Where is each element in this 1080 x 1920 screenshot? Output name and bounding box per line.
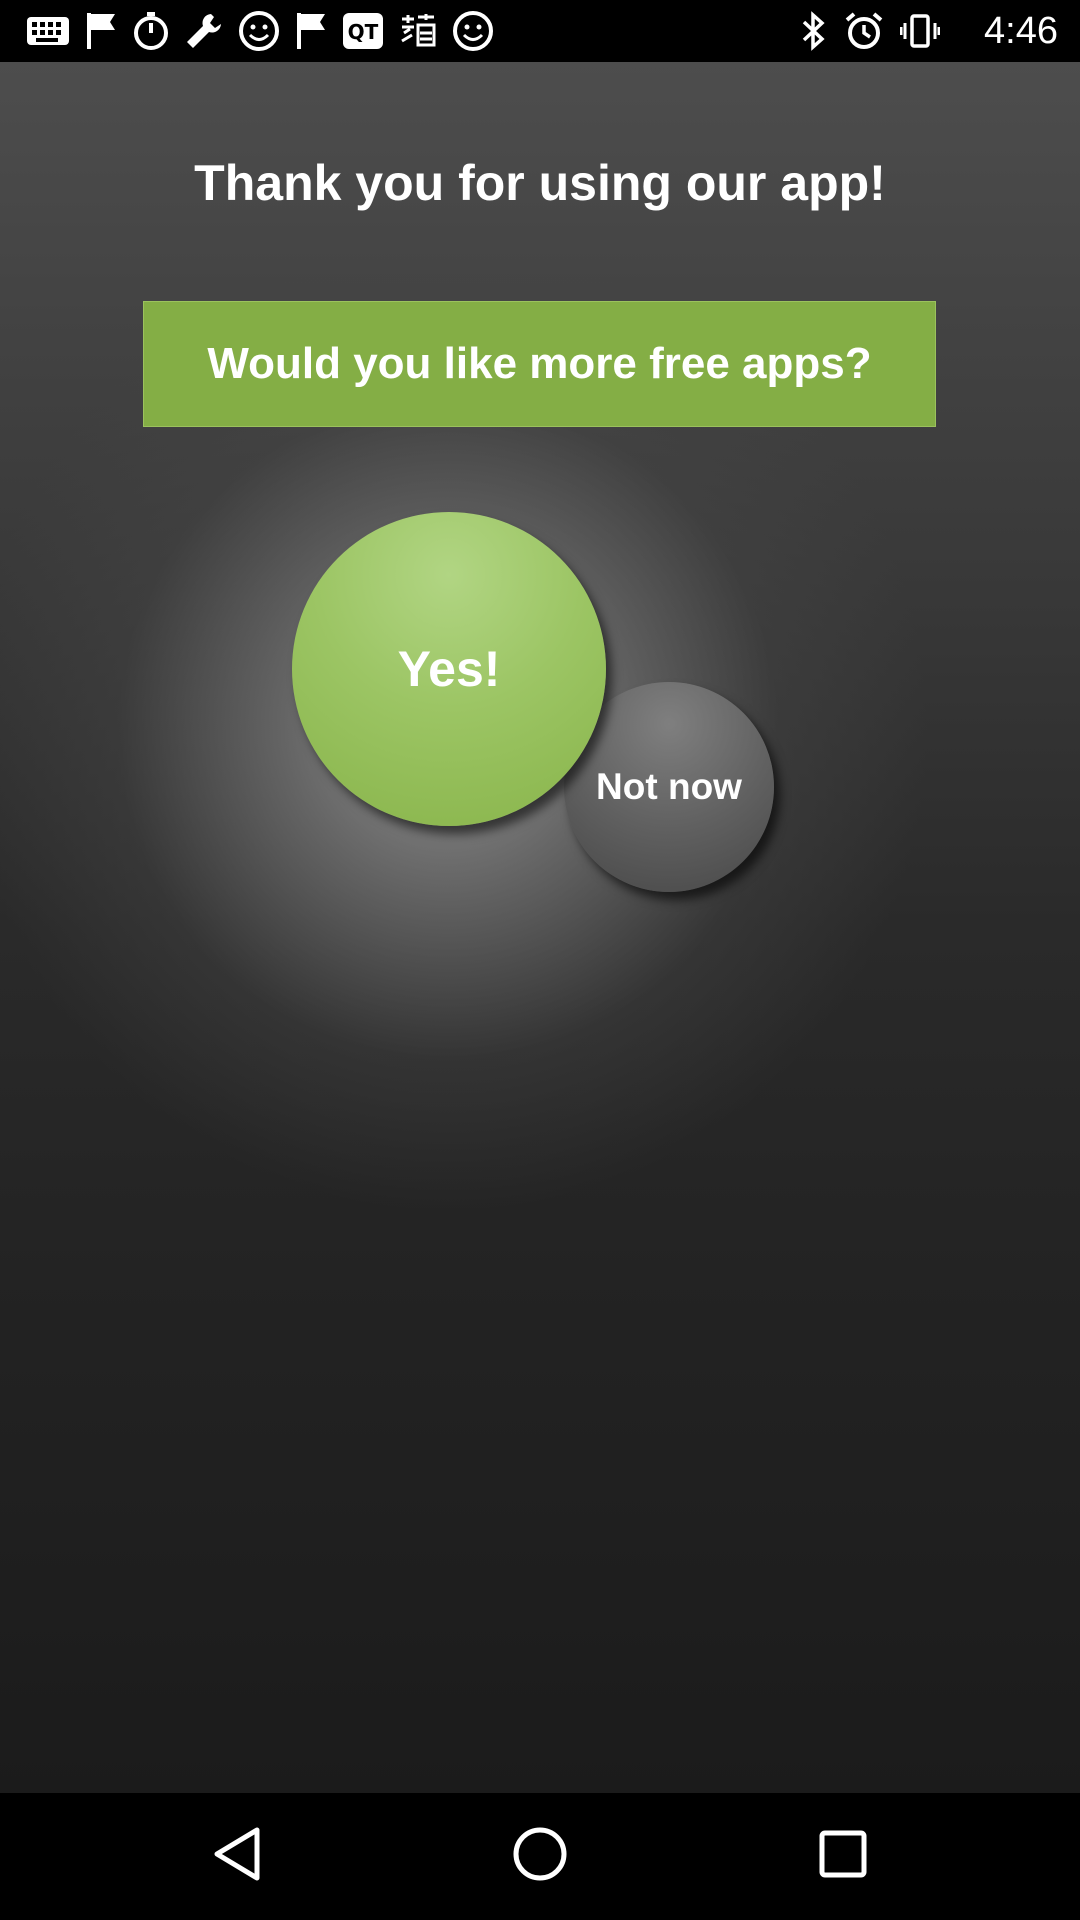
status-bar: QT 4:46	[0, 0, 1080, 62]
vibrate-icon	[900, 11, 940, 51]
back-button[interactable]	[197, 1816, 277, 1896]
yes-button[interactable]: Yes!	[292, 512, 606, 826]
flag-icon	[84, 11, 118, 51]
wrench-icon	[184, 11, 224, 51]
home-button[interactable]	[500, 1816, 580, 1896]
recents-button[interactable]	[803, 1816, 883, 1896]
screen: QT 4:46 Thank you for using our app! Wou…	[0, 0, 1080, 1920]
smiley-icon	[238, 10, 280, 52]
system-icons	[800, 8, 940, 54]
qt-icon: QT	[342, 12, 384, 50]
recents-icon	[818, 1829, 868, 1884]
free-apps-banner: Would you like more free apps?	[143, 301, 936, 427]
taobao-icon	[398, 11, 438, 51]
alarm-icon	[844, 11, 884, 51]
page-title: Thank you for using our app!	[194, 155, 886, 211]
navigation-bar	[0, 1793, 1080, 1920]
notification-icons: QT	[26, 8, 494, 54]
home-icon	[512, 1826, 568, 1887]
stopwatch-icon	[132, 11, 170, 51]
svg-text:QT: QT	[348, 20, 379, 44]
bluetooth-icon	[800, 11, 828, 51]
status-time: 4:46	[984, 10, 1058, 52]
keyboard-icon	[26, 16, 70, 46]
back-icon	[211, 1826, 263, 1887]
smiley-icon	[452, 10, 494, 52]
flag-icon	[294, 11, 328, 51]
app-content: Thank you for using our app! Would you l…	[0, 62, 1080, 1793]
